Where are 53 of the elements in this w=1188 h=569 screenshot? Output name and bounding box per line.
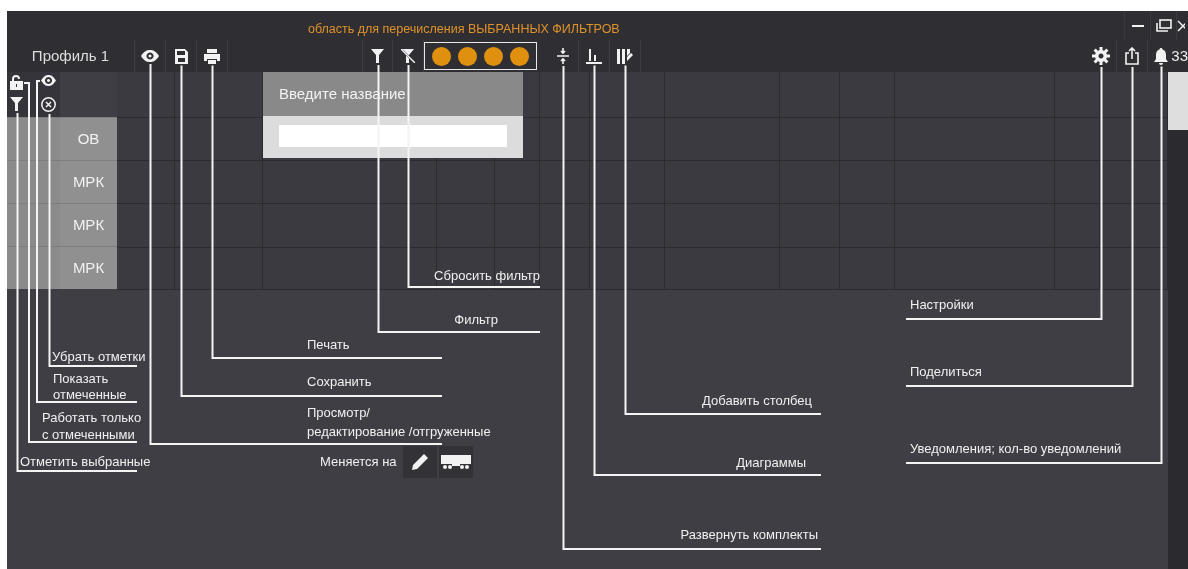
row-label: МРК <box>60 247 117 289</box>
share-icon[interactable] <box>1125 47 1140 65</box>
scrollbar-thumb[interactable] <box>1168 72 1188 130</box>
annotation-label: Просмотр/ редактирование /отгруженные <box>307 404 491 441</box>
expand-icon[interactable] <box>557 48 569 64</box>
pencil-icon <box>411 454 428 470</box>
annotation-label: Убрать отметки <box>52 349 146 365</box>
settings-icon[interactable] <box>1092 47 1111 65</box>
filter-icon[interactable] <box>371 49 384 63</box>
annotation-label: Показать отмеченные <box>53 371 127 403</box>
annotation-label: Диаграммы <box>736 455 806 471</box>
filter-dot[interactable] <box>458 46 478 66</box>
filter-dot[interactable] <box>509 46 529 66</box>
save-icon[interactable] <box>174 48 188 64</box>
close-icon[interactable] <box>1177 19 1185 32</box>
row-label: МРК <box>60 161 117 203</box>
bar-chart-icon[interactable] <box>586 48 602 64</box>
bell-icon[interactable] <box>1154 47 1169 65</box>
annotation-label: Уведомления; кол-во уведомлений <box>910 441 1122 457</box>
annotation-label: Сохранить <box>307 374 372 390</box>
changes-to-label: Меняется на <box>320 453 397 472</box>
filter-icon[interactable] <box>10 97 23 111</box>
annotation-label: Сбросить фильтр <box>434 268 540 284</box>
wagon-icon <box>440 455 471 469</box>
row-label: ОВ <box>60 118 117 160</box>
annotation-label: Добавить столбец <box>702 393 812 409</box>
annotation-label: Работать только с отмеченными <box>42 409 142 443</box>
annotation-label: Настройки <box>910 297 974 313</box>
annotation-label: Фильтр <box>454 312 498 328</box>
clear-filter-icon[interactable] <box>401 49 415 63</box>
scrollbar-track[interactable] <box>1168 72 1188 569</box>
annotation-label: Отметить выбранные <box>20 454 151 470</box>
annotation-label: Печать <box>307 337 350 353</box>
print-icon[interactable] <box>204 48 220 64</box>
filter-dot[interactable] <box>432 46 452 66</box>
table-row[interactable]: МРК <box>7 203 117 246</box>
filter-dot[interactable] <box>483 46 503 66</box>
notification-count: 33 <box>1170 45 1188 66</box>
annotation-label: Развернуть комплекты <box>680 527 818 543</box>
annotation-label: Поделиться <box>910 364 982 380</box>
restore-icon[interactable] <box>1155 19 1172 32</box>
columns-pencil-icon[interactable] <box>617 48 633 64</box>
eye-icon[interactable] <box>141 50 159 62</box>
row-label: МРК <box>60 204 117 246</box>
lock-icon[interactable] <box>10 75 23 90</box>
table-row[interactable]: ОВ <box>7 117 117 160</box>
table-row[interactable]: МРК <box>7 246 117 289</box>
input-field[interactable] <box>279 125 507 147</box>
minimize-icon[interactable] <box>1131 24 1144 27</box>
table-row[interactable]: МРК <box>7 160 117 203</box>
close-circle-icon[interactable] <box>41 97 56 112</box>
eye-icon[interactable] <box>41 75 56 86</box>
filters-area-label: область для перечисления ВЫБРАННЫХ ФИЛЬТРОВ <box>308 21 620 39</box>
